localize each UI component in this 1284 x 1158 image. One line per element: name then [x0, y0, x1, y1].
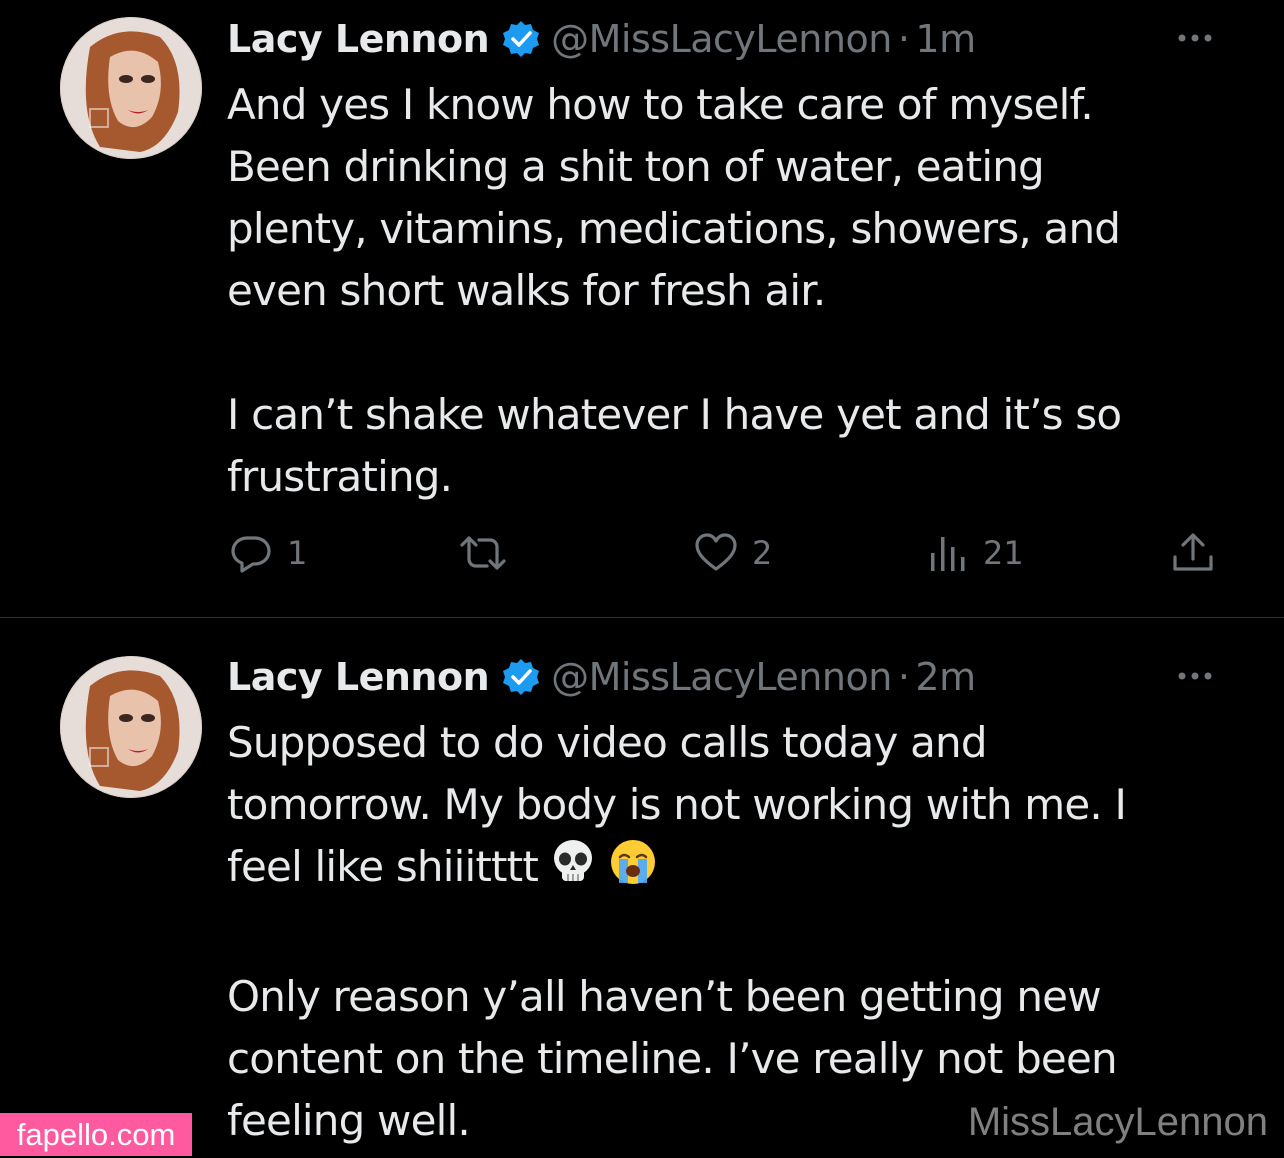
share-icon: [1169, 529, 1217, 577]
username-watermark: MissLacyLennon: [967, 1100, 1268, 1144]
action-bar: 1 2 21: [227, 528, 1227, 578]
separator-dot: ·: [897, 655, 910, 699]
views-button[interactable]: 21: [927, 528, 1024, 578]
separator-dot: ·: [897, 17, 910, 61]
verified-badge-icon: [501, 657, 541, 697]
tweet-divider: [0, 617, 1284, 618]
reply-count: 1: [287, 534, 308, 572]
views-icon: [927, 529, 971, 577]
avatar[interactable]: [60, 656, 202, 798]
reply-button[interactable]: 1: [227, 528, 307, 578]
timestamp[interactable]: 2m: [915, 652, 976, 702]
view-count: 21: [983, 534, 1024, 572]
timestamp[interactable]: 1m: [915, 14, 976, 64]
avatar[interactable]: [60, 17, 202, 159]
heart-icon: [692, 529, 740, 577]
skull-emoji: [548, 837, 598, 904]
more-icon[interactable]: [1170, 28, 1220, 48]
verified-badge-icon: [501, 19, 541, 59]
tweet-paragraph-text: Supposed to do video calls today and tom…: [227, 718, 1127, 891]
display-name[interactable]: Lacy Lennon: [227, 14, 490, 64]
tweet-paragraph: And yes I know how to take care of mysel…: [227, 80, 1121, 315]
tweet-text: Supposed to do video calls today and tom…: [227, 712, 1227, 1152]
handle[interactable]: @MissLacyLennon: [551, 652, 892, 702]
retweet-icon: [455, 529, 511, 577]
tweet-1[interactable]: Lacy Lennon @MissLacyLennon · 1m And yes…: [0, 0, 1284, 618]
repost-button[interactable]: [455, 528, 523, 578]
tweet-header: Lacy Lennon @MissLacyLennon · 1m: [227, 14, 976, 64]
tweet-text: And yes I know how to take care of mysel…: [227, 74, 1227, 508]
like-button[interactable]: 2: [692, 528, 772, 578]
tweet-paragraph: Supposed to do video calls today and tom…: [227, 712, 1227, 904]
more-icon[interactable]: [1170, 666, 1220, 686]
handle[interactable]: @MissLacyLennon: [551, 14, 892, 64]
brand-watermark: fapello.com: [0, 1113, 192, 1156]
tweet-2[interactable]: Lacy Lennon @MissLacyLennon · 2m Suppose…: [0, 619, 1284, 1158]
loudly-crying-face-emoji: [608, 837, 658, 904]
display-name[interactable]: Lacy Lennon: [227, 652, 490, 702]
tweet-header: Lacy Lennon @MissLacyLennon · 2m: [227, 652, 976, 702]
tweet-paragraph: I can’t shake whatever I have yet and it…: [227, 390, 1122, 501]
reply-icon: [227, 529, 275, 577]
like-count: 2: [752, 534, 773, 572]
share-button[interactable]: [1169, 528, 1217, 578]
